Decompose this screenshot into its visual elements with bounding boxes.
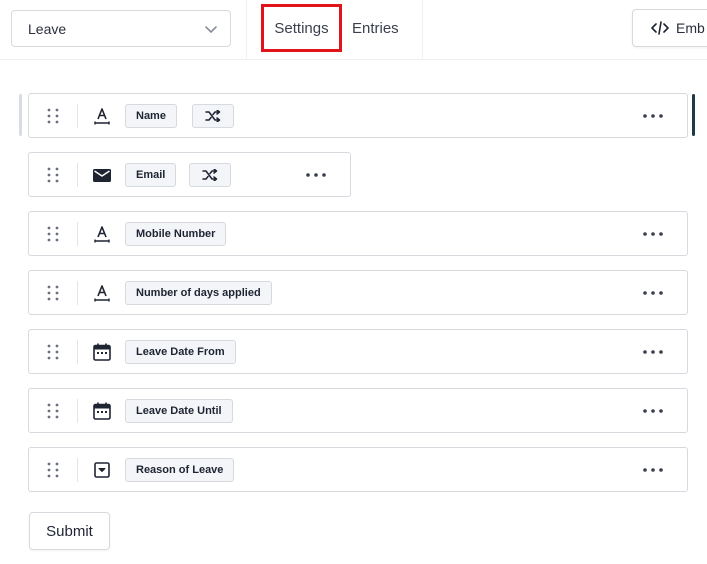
drag-handle-icon[interactable] [46, 461, 60, 479]
field-row-email[interactable]: Email [28, 152, 351, 197]
calendar-icon [93, 402, 111, 420]
text-field-icon [94, 226, 110, 243]
embed-button[interactable]: Emb [632, 9, 707, 47]
tab-entries[interactable]: Entries [352, 0, 399, 56]
field-label-chip[interactable]: Number of days applied [125, 281, 272, 305]
drag-handle-icon[interactable] [46, 225, 60, 243]
tab-settings[interactable]: Settings [261, 4, 342, 52]
dropdown-icon [94, 462, 110, 478]
embed-button-label: Emb [676, 20, 705, 36]
drag-handle-icon[interactable] [46, 343, 60, 361]
email-icon [93, 169, 111, 182]
form-select-dropdown[interactable]: Leave [11, 10, 231, 47]
divider [77, 104, 78, 128]
field-row-name[interactable]: Name [28, 93, 688, 138]
field-row-leave-date-until[interactable]: Leave Date Until [28, 388, 688, 433]
field-label-chip[interactable]: Name [125, 104, 177, 128]
divider [77, 163, 78, 187]
chevron-down-icon [205, 26, 217, 33]
drag-handle-icon[interactable] [46, 284, 60, 302]
shuffle-button[interactable] [189, 163, 231, 187]
drag-handle-icon[interactable] [46, 402, 60, 420]
text-field-icon [94, 108, 110, 125]
drag-handle-icon[interactable] [46, 166, 60, 184]
active-row-indicator [692, 94, 695, 136]
divider [77, 222, 78, 246]
more-options-icon[interactable] [641, 226, 665, 242]
more-options-icon[interactable] [641, 285, 665, 301]
more-options-icon[interactable] [641, 462, 665, 478]
shuffle-button[interactable] [192, 104, 234, 128]
active-row-indicator [19, 94, 22, 136]
field-row-leave-date-from[interactable]: Leave Date From [28, 329, 688, 374]
code-icon [651, 21, 669, 35]
divider [246, 0, 247, 60]
divider [77, 340, 78, 364]
field-label-chip[interactable]: Reason of Leave [125, 458, 235, 482]
more-options-icon[interactable] [304, 167, 328, 183]
divider [422, 0, 423, 60]
field-label-chip[interactable]: Mobile Number [125, 222, 227, 246]
field-row-reason-of-leave[interactable]: Reason of Leave [28, 447, 688, 492]
divider [77, 281, 78, 305]
form-select-value: Leave [28, 20, 67, 37]
more-options-icon[interactable] [641, 344, 665, 360]
field-row-number-of-days[interactable]: Number of days applied [28, 270, 688, 315]
shuffle-icon [205, 110, 221, 122]
more-options-icon[interactable] [641, 403, 665, 419]
shuffle-icon [202, 169, 218, 181]
divider [77, 458, 78, 482]
submit-button[interactable]: Submit [29, 512, 110, 550]
top-bar: Leave Settings Entries Emb [0, 0, 707, 60]
text-field-icon [94, 285, 110, 302]
field-label-chip[interactable]: Email [125, 163, 177, 187]
drag-handle-icon[interactable] [46, 107, 60, 125]
divider [77, 399, 78, 423]
field-label-chip[interactable]: Leave Date Until [125, 399, 233, 423]
field-label-chip[interactable]: Leave Date From [125, 340, 236, 364]
more-options-icon[interactable] [641, 108, 665, 124]
calendar-icon [93, 343, 111, 361]
field-row-mobile-number[interactable]: Mobile Number [28, 211, 688, 256]
